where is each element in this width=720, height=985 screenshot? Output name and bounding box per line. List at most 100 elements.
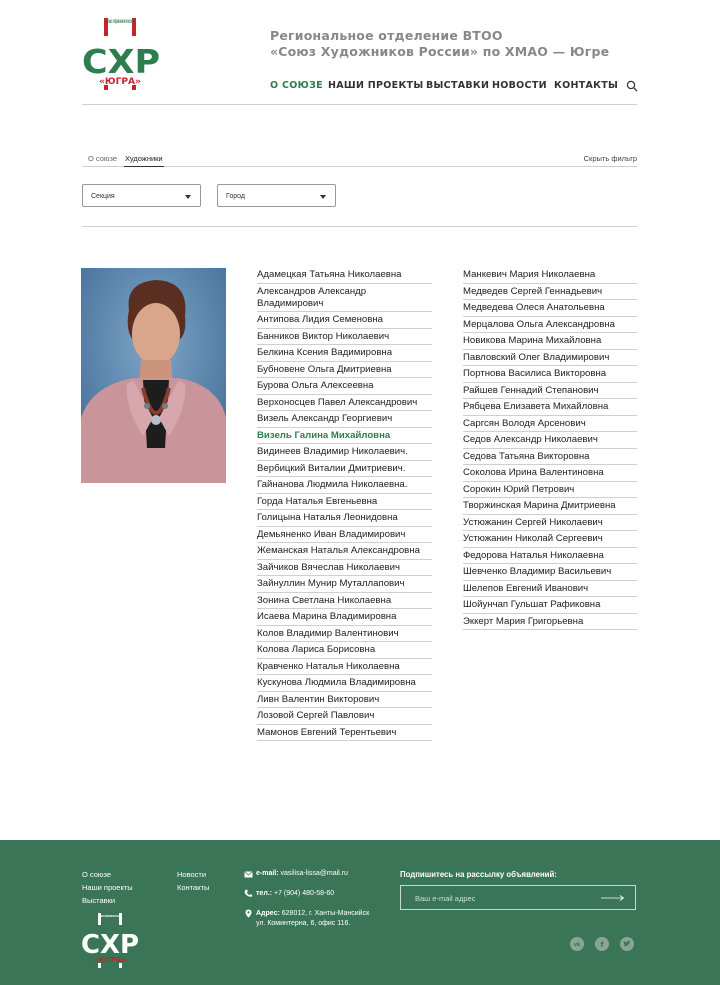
footer-link-about[interactable]: О союзе: [82, 870, 111, 879]
hide-filter-link[interactable]: Скрыть фильтр: [584, 154, 637, 163]
artist-item[interactable]: Райшев Геннадий Степанович: [463, 383, 637, 399]
artist-item[interactable]: Сорокин Юрий Петрович: [463, 482, 637, 498]
section-select[interactable]: Секция: [82, 184, 201, 207]
footer-address: Адрес: 628012, г. Ханты-Мансийск ул. Ком…: [256, 909, 369, 929]
artists-list-right: Манкевич Мария Николаевна Медведев Сергей…: [463, 267, 637, 630]
artist-item[interactable]: Кускунова Людмила Владимировна: [257, 675, 432, 692]
artist-item[interactable]: Антипова Лидия Семеновна: [257, 312, 432, 329]
footer-phone: тел.: +7 (904) 480-58-60: [256, 889, 334, 899]
logo[interactable]: СОЮЗ ХУДОЖНИКОВ РОССИИ СХР «ЮГРА»: [82, 18, 162, 90]
nav-news[interactable]: НОВОСТИ: [492, 80, 547, 91]
twitter-icon[interactable]: [620, 937, 634, 951]
artist-item[interactable]: Жеманская Наталья Александровна: [257, 543, 432, 560]
artist-item[interactable]: Исаева Марина Владимировна: [257, 609, 432, 626]
artist-item[interactable]: Колова Лариса Борисовна: [257, 642, 432, 659]
artist-item[interactable]: Устюжанин Сергей Николаевич: [463, 515, 637, 531]
artist-item[interactable]: Визель Галина Михайловна: [257, 428, 432, 444]
artist-item[interactable]: Видинеев Владимир Николаевич.: [257, 444, 432, 461]
artist-item[interactable]: Колов Владимир Валентинович: [257, 626, 432, 642]
artist-item[interactable]: Зонина Светлана Николаевна: [257, 593, 432, 609]
nav-contacts[interactable]: КОНТАКТЫ: [554, 80, 618, 91]
artist-item[interactable]: Шелепов Евгений Иванович: [463, 581, 637, 597]
artist-item[interactable]: Мамонов Евгений Терентьевич: [257, 725, 432, 741]
artist-item[interactable]: Устюжанин Николай Сергеевич: [463, 531, 637, 548]
address-label: Адрес:: [256, 910, 280, 917]
footer: О союзе Наши проекты Выставки Новости Ко…: [0, 840, 720, 985]
artist-item[interactable]: Гайнанова Людмила Николаевна.: [257, 477, 432, 494]
artist-item[interactable]: Медведев Сергей Геннадьевич: [463, 284, 637, 300]
artist-item[interactable]: Седова Татьяна Викторовна: [463, 449, 637, 465]
artist-item[interactable]: Седов Александр Николаевич: [463, 432, 637, 449]
artist-item[interactable]: Зайнуллин Мунир Муталлапович: [257, 576, 432, 593]
artist-item[interactable]: Павловский Олег Владимирович: [463, 350, 637, 366]
footer-link-projects[interactable]: Наши проекты: [82, 883, 133, 892]
artist-item[interactable]: Демьяненко Иван Владимирович: [257, 527, 432, 543]
artist-item[interactable]: Зайчиков Вячеслав Николаевич: [257, 560, 432, 576]
vk-icon[interactable]: vk: [570, 937, 584, 951]
footer-link-exhibitions[interactable]: Выставки: [82, 896, 115, 905]
chevron-down-icon: [185, 195, 191, 199]
artist-item[interactable]: Банников Виктор Николаевич: [257, 329, 432, 345]
artist-item[interactable]: Белкина Ксения Вадимировна: [257, 345, 432, 362]
artist-item[interactable]: Ливн Валентин Викторович: [257, 692, 432, 708]
artist-item[interactable]: Голицына Наталья Леонидовна: [257, 510, 432, 527]
city-select[interactable]: Город: [217, 184, 336, 207]
footer-logo[interactable]: СОЮЗ ХУДОЖНИКОВ РОССИИ СХР «ЮГРА»: [82, 913, 142, 968]
footer-link-contacts[interactable]: Контакты: [177, 883, 209, 892]
nav-exhibitions[interactable]: ВЫСТАВКИ: [426, 80, 489, 91]
artist-item[interactable]: Творжинская Марина Дмитриевна: [463, 498, 637, 515]
section-select-label: Секция: [91, 193, 115, 200]
arrow-right-icon[interactable]: [601, 894, 625, 902]
footer-logo-sub-text: «ЮГРА»: [94, 956, 126, 964]
nav-projects[interactable]: НАШИ ПРОЕКТЫ: [328, 80, 423, 91]
artist-item[interactable]: Саргсян Володя Арсенович: [463, 416, 637, 432]
artist-item[interactable]: Рябцева Елизавета Михайловна: [463, 399, 637, 416]
artist-item[interactable]: Лозовой Сергей Павлович: [257, 708, 432, 725]
artist-portrait: [81, 268, 226, 483]
artist-item[interactable]: Новикова Марина Михайловна: [463, 333, 637, 350]
footer-link-news[interactable]: Новости: [177, 870, 206, 879]
artist-item[interactable]: Александров Александр Владимирович: [257, 284, 432, 312]
subscribe-email-input[interactable]: [415, 892, 585, 904]
filters-divider: [82, 226, 637, 227]
city-select-label: Город: [226, 193, 245, 200]
artist-item[interactable]: Федорова Наталья Николаевна: [463, 548, 637, 564]
artist-item[interactable]: Мерцалова Ольга Александровна: [463, 317, 637, 333]
artist-item[interactable]: Манкевич Мария Николаевна: [463, 267, 637, 284]
header-divider: [82, 104, 637, 105]
org-title: Региональное отделение ВТОО «Союз Художн…: [270, 28, 609, 60]
artist-item[interactable]: Бурова Ольга Алексеевна: [257, 378, 432, 395]
artist-item[interactable]: Медведева Олеся Анатольевна: [463, 300, 637, 317]
address-line2: ул. Коминтерна, 6, офис 116.: [256, 920, 351, 927]
nav-about[interactable]: О СОЮЗЕ: [270, 80, 323, 91]
email-value[interactable]: vasilisa-lissa@mail.ru: [281, 870, 348, 877]
artist-item[interactable]: Шевченко Владимир Васильевич: [463, 564, 637, 581]
artist-item[interactable]: Адамецкая Татьяна Николаевна: [257, 267, 432, 284]
active-tab-indicator: [124, 166, 164, 167]
search-icon[interactable]: [626, 80, 638, 92]
artist-item[interactable]: Шойунчап Гульшат Рафиковна: [463, 597, 637, 614]
artist-item[interactable]: Портнова Василиса Викторовна: [463, 366, 637, 383]
org-title-line1: Региональное отделение ВТОО: [270, 28, 503, 43]
artist-item[interactable]: Верхоносцев Павел Александрович: [257, 395, 432, 411]
email-label: e-mail:: [256, 870, 279, 877]
tab-about[interactable]: О союзе: [88, 154, 117, 163]
facebook-icon[interactable]: f: [595, 937, 609, 951]
artist-item[interactable]: Горда Наталья Евгеньевна: [257, 494, 432, 510]
artist-item[interactable]: Соколова Ирина Валентиновна: [463, 465, 637, 482]
phone-icon: [244, 889, 253, 897]
address-line1: 628012, г. Ханты-Мансийск: [281, 910, 370, 917]
subscribe-title: Подпишитесь на рассылку объявлений:: [400, 870, 557, 879]
artist-item[interactable]: Бубновене Ольга Дмитриевна: [257, 362, 432, 378]
svg-text:vk: vk: [574, 942, 581, 948]
artist-item[interactable]: Визель Александр Георгиевич: [257, 411, 432, 428]
footer-logo-small-text: СОЮЗ ХУДОЖНИКОВ РОССИИ: [100, 914, 120, 918]
artist-item[interactable]: Кравченко Наталья Николаевна: [257, 659, 432, 675]
chevron-down-icon: [320, 195, 326, 199]
phone-label: тел.:: [256, 890, 273, 897]
phone-value[interactable]: +7 (904) 480-58-60: [274, 890, 334, 897]
artist-item[interactable]: Эккерт Мария Григорьевна: [463, 614, 637, 630]
artist-item[interactable]: Вербицкий Виталии Дмитриевич.: [257, 461, 432, 477]
tab-artists[interactable]: Художники: [125, 154, 163, 163]
logo-small-text: СОЮЗ ХУДОЖНИКОВ РОССИИ: [107, 19, 133, 24]
